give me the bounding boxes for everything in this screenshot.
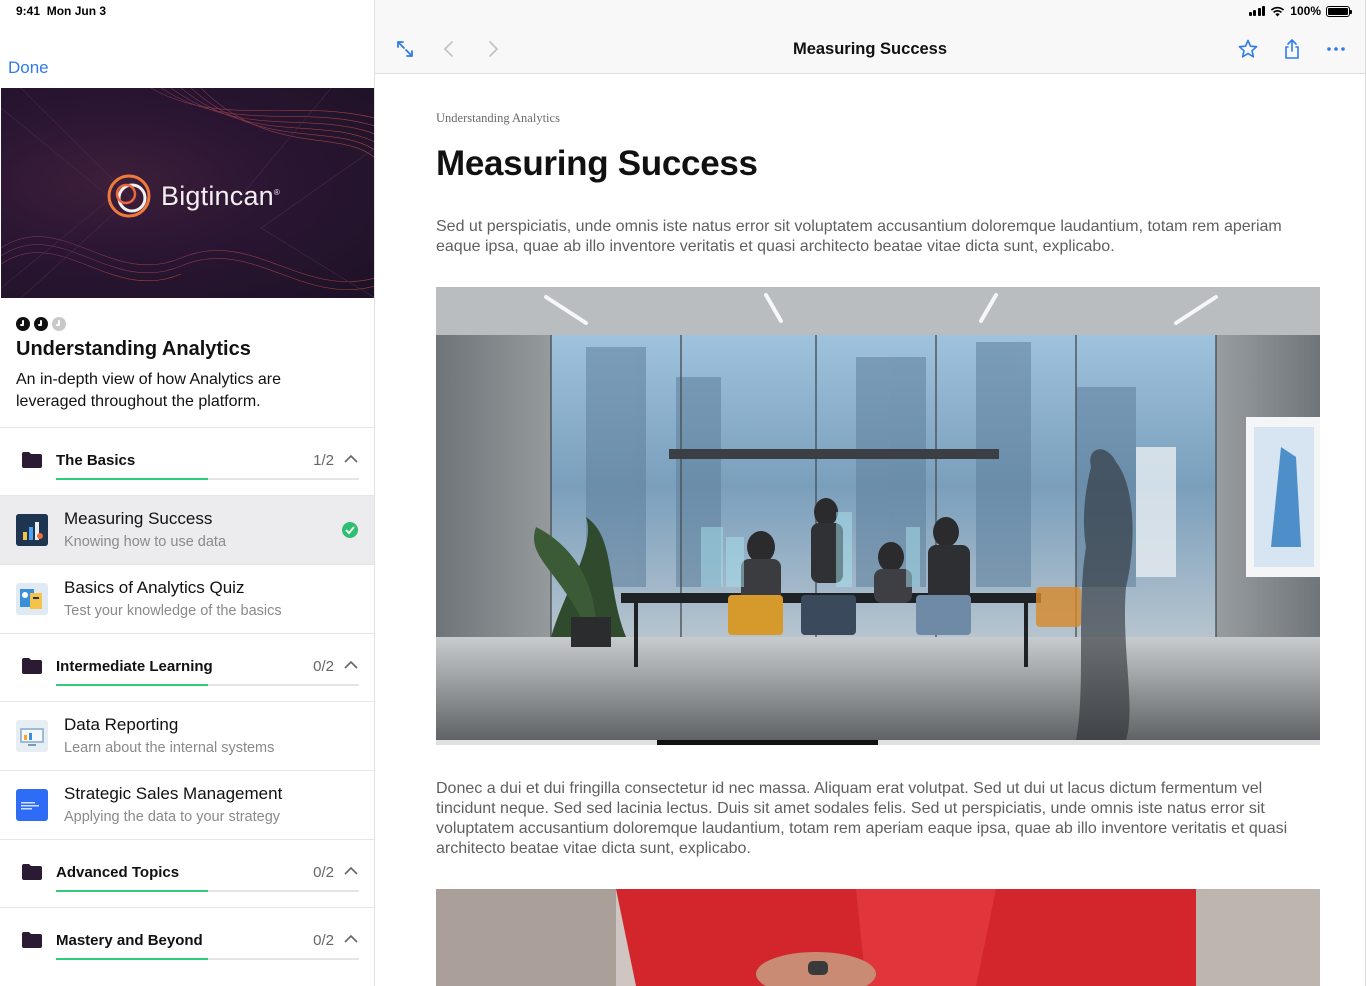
chevron-up-icon[interactable] bbox=[343, 453, 359, 465]
lesson-subtitle: Applying the data to your strategy bbox=[64, 809, 281, 825]
cellular-signal-icon bbox=[1248, 6, 1266, 16]
share-icon[interactable] bbox=[1281, 38, 1303, 60]
section-count: 0/2 bbox=[313, 658, 334, 675]
section-progress-bar bbox=[56, 478, 359, 480]
brand-logo: Bigtincan® bbox=[105, 172, 280, 220]
lesson-subtitle: Test your knowledge of the basics bbox=[64, 603, 282, 619]
section-advanced-topics[interactable]: Advanced Topics 0/2 bbox=[0, 839, 374, 907]
chevron-up-icon[interactable] bbox=[343, 865, 359, 877]
progress-dot-complete bbox=[34, 317, 48, 331]
body-paragraph: Donec a dui et dui fringilla consectetur… bbox=[436, 780, 1288, 857]
battery-percent: 100% bbox=[1290, 4, 1321, 18]
section-the-basics[interactable]: The Basics 1/2 bbox=[0, 427, 374, 495]
lesson-data-reporting[interactable]: Data Reporting Learn about the internal … bbox=[0, 701, 374, 770]
wifi-icon bbox=[1271, 6, 1285, 16]
lesson-thumbnail bbox=[16, 583, 48, 615]
folder-icon bbox=[22, 932, 42, 948]
section-name: Advanced Topics bbox=[56, 864, 180, 881]
done-button[interactable]: Done bbox=[8, 58, 49, 78]
course-hero-image: Bigtincan® bbox=[1, 88, 374, 298]
folder-icon bbox=[22, 452, 42, 468]
course-description: An in-depth view of how Analytics are le… bbox=[16, 371, 282, 410]
course-title: Understanding Analytics bbox=[16, 338, 251, 360]
image-carousel-indicator[interactable] bbox=[436, 740, 1320, 745]
lesson-title: Measuring Success bbox=[64, 509, 213, 528]
folder-icon bbox=[22, 658, 42, 674]
quiz-thumbnail-icon bbox=[16, 583, 48, 615]
section-name: Mastery and Beyond bbox=[56, 932, 203, 949]
section-count: 1/2 bbox=[313, 452, 334, 469]
folder-icon bbox=[22, 864, 42, 880]
status-indicators: 100% bbox=[1248, 4, 1352, 18]
star-icon[interactable] bbox=[1237, 38, 1259, 60]
lesson-subtitle: Learn about the internal systems bbox=[64, 740, 275, 756]
meeting-room-illustration bbox=[436, 287, 1320, 740]
course-sidebar: Done Bigtincan® Understanding Analytics … bbox=[0, 0, 375, 986]
section-progress-bar bbox=[56, 684, 359, 686]
lesson-title: Strategic Sales Management bbox=[64, 784, 283, 803]
bigtincan-logo-icon bbox=[107, 174, 151, 218]
status-time: 9:41 Mon Jun 3 bbox=[16, 4, 107, 18]
article-title: Measuring Success bbox=[436, 144, 758, 183]
lesson-measuring-success[interactable]: Measuring Success Knowing how to use dat… bbox=[0, 495, 374, 564]
brand-name: Bigtincan® bbox=[161, 180, 280, 211]
progress-dot-complete bbox=[16, 317, 30, 331]
chevron-up-icon[interactable] bbox=[343, 659, 359, 671]
section-count: 0/2 bbox=[313, 864, 334, 881]
nav-title: Measuring Success bbox=[792, 40, 948, 58]
lesson-basics-of-analytics-quiz[interactable]: Basics of Analytics Quiz Test your knowl… bbox=[0, 564, 374, 633]
analytics-thumbnail-icon bbox=[16, 514, 48, 546]
completed-check-icon bbox=[342, 522, 358, 538]
section-mastery-and-beyond[interactable]: Mastery and Beyond 0/2 bbox=[0, 907, 374, 975]
lesson-content-panel: Measuring Success Understanding Analytic… bbox=[375, 0, 1366, 986]
lesson-title: Data Reporting bbox=[64, 715, 179, 734]
meeting-room-photo[interactable] bbox=[436, 287, 1320, 740]
reporting-thumbnail-icon bbox=[16, 720, 48, 752]
more-options-icon[interactable] bbox=[1325, 38, 1347, 60]
breadcrumb[interactable]: Understanding Analytics bbox=[436, 111, 560, 126]
section-progress-bar bbox=[56, 958, 359, 960]
progress-dot-pending bbox=[52, 317, 66, 331]
lesson-thumbnail bbox=[16, 720, 48, 752]
status-bar: 9:41 Mon Jun 3 100% bbox=[0, 0, 1366, 26]
section-name: The Basics bbox=[56, 452, 136, 469]
carousel-position bbox=[657, 740, 878, 745]
strategy-thumbnail-icon bbox=[16, 789, 48, 821]
section-progress-bar bbox=[56, 890, 359, 892]
lesson-title: Basics of Analytics Quiz bbox=[64, 578, 245, 597]
section-intermediate-learning[interactable]: Intermediate Learning 0/2 bbox=[0, 633, 374, 701]
red-shirt-illustration bbox=[436, 889, 1320, 986]
lesson-strategic-sales-management[interactable]: Strategic Sales Management Applying the … bbox=[0, 770, 374, 839]
section-name: Intermediate Learning bbox=[56, 658, 213, 675]
lesson-subtitle: Knowing how to use data bbox=[64, 534, 227, 550]
chevron-up-icon[interactable] bbox=[343, 933, 359, 945]
intro-paragraph: Sed ut perspiciatis, unde omnis iste nat… bbox=[436, 218, 1282, 255]
battery-icon bbox=[1326, 5, 1352, 17]
section-count: 0/2 bbox=[313, 932, 334, 949]
secondary-photo[interactable] bbox=[436, 889, 1320, 986]
course-progress-dots bbox=[16, 317, 66, 331]
lesson-thumbnail bbox=[16, 514, 48, 546]
lesson-thumbnail bbox=[16, 789, 48, 821]
